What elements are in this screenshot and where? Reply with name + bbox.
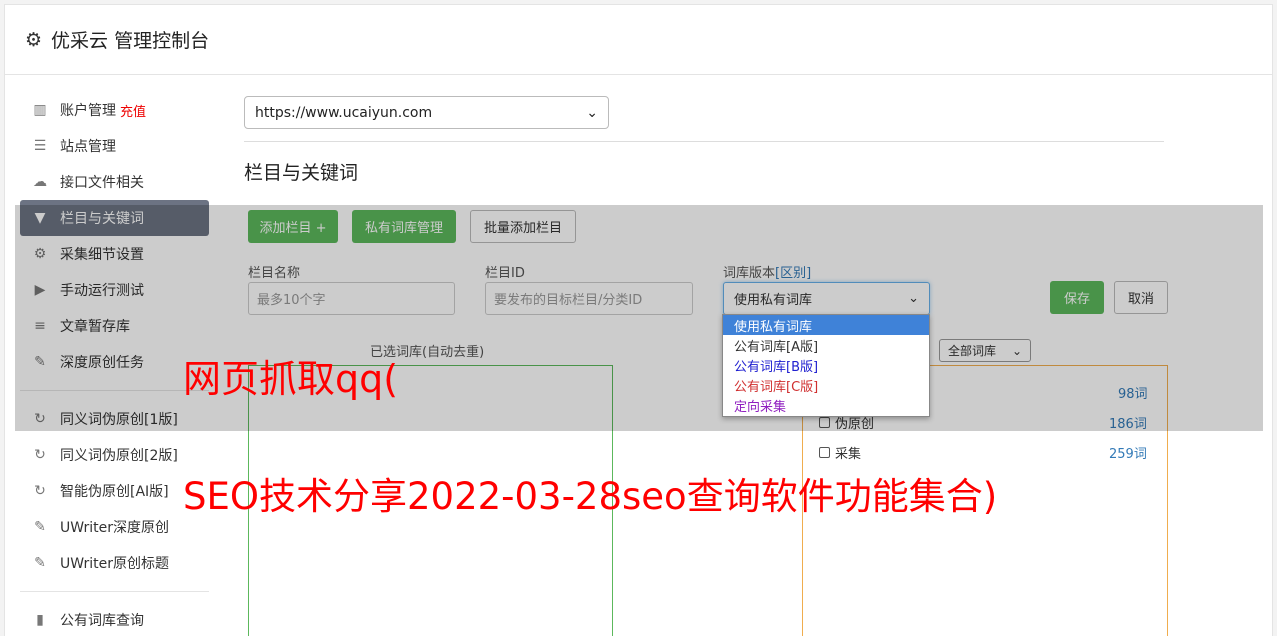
site-select-value: https://www.ucaiyun.com — [255, 104, 433, 121]
library-count: 259词 — [1109, 447, 1147, 462]
divider — [244, 141, 1164, 142]
edit-icon: ✎ — [34, 519, 46, 535]
sidebar-item-label: UWriter深度原创 — [60, 520, 169, 536]
cloud-upload-icon: ☁ — [33, 174, 47, 190]
library-name: 采集 — [835, 447, 862, 462]
dropdown-option[interactable]: 使用私有词库 — [723, 315, 929, 335]
chevron-down-icon: ⌄ — [586, 104, 598, 121]
checkbox[interactable] — [819, 447, 830, 458]
gear-icon: ⚙ — [25, 28, 43, 51]
sidebar-item-uwriter-deep[interactable]: ✎ UWriter深度原创 — [20, 509, 209, 545]
watermark-line-2: SEO技术分享2022-03-28seo查询软件功能集合) — [183, 475, 998, 518]
watermark-line-1: 网页抓取qq( — [183, 357, 399, 401]
sidebar-item-label: 同义词伪原创[2版] — [60, 448, 178, 464]
refresh-icon: ↻ — [34, 483, 46, 499]
bar-chart-icon: ▥ — [33, 102, 47, 118]
sidebar-item-label: 智能伪原创[AI版] — [60, 484, 169, 500]
sidebar-divider — [20, 591, 209, 592]
sidebar-item-uwriter-title[interactable]: ✎ UWriter原创标题 — [20, 545, 209, 581]
refresh-icon: ↻ — [34, 447, 46, 463]
sidebar-item-label: UWriter原创标题 — [60, 556, 169, 572]
top-bar: ⚙ 优采云 管理控制台 — [5, 5, 1272, 75]
server-icon: ☰ — [33, 138, 47, 154]
console-title: 优采云 管理控制台 — [51, 30, 210, 52]
library-item[interactable]: 采集 — [819, 443, 861, 462]
sidebar-item-label: 站点管理 — [60, 139, 116, 155]
dropdown-option[interactable]: 公有词库[B版] — [723, 355, 929, 375]
sidebar-item-label: 接口文件相关 — [60, 175, 144, 191]
book-icon: ▮ — [36, 612, 44, 628]
sidebar-item-account[interactable]: ▥ 账户管理 充值 — [20, 92, 209, 128]
sidebar-item-ai-rewrite[interactable]: ↻ 智能伪原创[AI版] — [20, 473, 209, 509]
sidebar-item-label: 账户管理 — [60, 103, 116, 119]
edit-icon: ✎ — [34, 555, 46, 571]
dropdown-option[interactable]: 定向采集 — [723, 395, 929, 415]
main-content: https://www.ucaiyun.com ⌄ 栏目与关键词 — [244, 96, 1164, 185]
sidebar-item-interface-files[interactable]: ☁ 接口文件相关 — [20, 164, 209, 200]
dropdown-option[interactable]: 公有词库[A版] — [723, 335, 929, 355]
section-title: 栏目与关键词 — [244, 162, 359, 184]
sidebar-item-label: 公有词库查询 — [60, 613, 144, 629]
dropdown-option[interactable]: 公有词库[C版] — [723, 375, 929, 395]
sidebar-item-sites[interactable]: ☰ 站点管理 — [20, 128, 209, 164]
recharge-link[interactable]: 充值 — [120, 101, 146, 120]
sidebar-item-synonym-v2[interactable]: ↻ 同义词伪原创[2版] — [20, 437, 209, 473]
site-select[interactable]: https://www.ucaiyun.com ⌄ — [244, 96, 609, 129]
library-version-dropdown: 使用私有词库 公有词库[A版] 公有词库[B版] 公有词库[C版] 定向采集 — [722, 314, 930, 417]
sidebar-item-public-lib[interactable]: ▮ 公有词库查询 — [20, 602, 209, 636]
